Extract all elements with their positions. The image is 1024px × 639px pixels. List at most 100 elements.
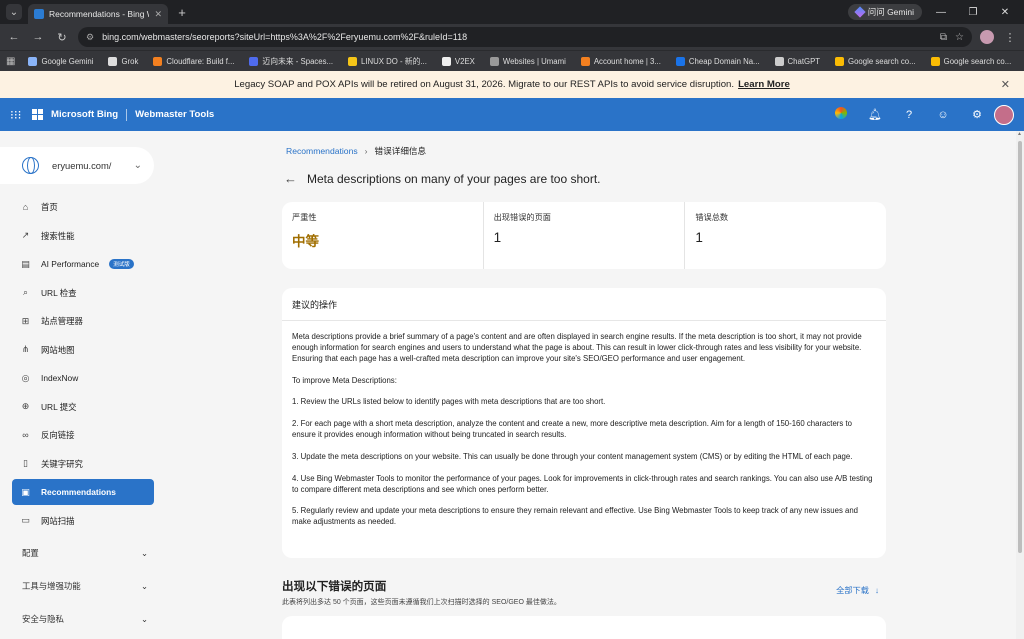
bookmark-item[interactable]: Account home | 3...: [575, 56, 667, 66]
copilot-icon[interactable]: [832, 107, 850, 122]
sidebar-item-search-performance[interactable]: ↗ 搜索性能: [12, 223, 154, 249]
bookmark-item[interactable]: Websites | Umami: [484, 56, 572, 66]
download-arrow-icon: ↓: [874, 585, 879, 595]
site-info-icon[interactable]: ⚙: [86, 32, 94, 43]
back-arrow-icon[interactable]: ←: [6, 31, 22, 43]
action-paragraph: To improve Meta Descriptions:: [292, 375, 397, 385]
bookmark-item[interactable]: V2EX: [436, 56, 481, 66]
bookmark-favicon-icon: [580, 56, 590, 66]
sidebar-item-url-inspection[interactable]: ⌕ URL 检查: [12, 280, 154, 306]
bookmark-item[interactable]: Grok: [102, 56, 144, 66]
action-paragraph: 3. Update the meta descriptions on your …: [292, 451, 853, 461]
stats-card: 严重性 中等 出现错误的页面 1 错误总数 1: [282, 202, 886, 269]
bookmark-favicon-icon: [28, 56, 38, 66]
breadcrumb-recommendations-link[interactable]: Recommendations: [286, 146, 358, 156]
menu-dots-icon[interactable]: ⋮: [1002, 31, 1018, 44]
learn-more-link[interactable]: Learn More: [738, 79, 790, 90]
bookmark-item[interactable]: Google Gemini: [22, 56, 99, 66]
breadcrumb: Recommendations › 错误详细信息: [286, 145, 426, 157]
action-paragraph: Meta descriptions provide a brief summar…: [292, 332, 862, 363]
product-name[interactable]: Webmaster Tools: [135, 109, 214, 120]
feedback-smiley-icon[interactable]: ☺: [934, 109, 952, 121]
bookmark-item[interactable]: Cloudflare: Build f...: [147, 56, 240, 66]
sidebar-item-backlinks[interactable]: ∞ 反向链接: [12, 422, 154, 448]
bookmark-favicon-icon: [108, 56, 118, 66]
bookmark-star-icon[interactable]: ☆: [955, 32, 964, 43]
page-scrollbar[interactable]: ▲: [1016, 131, 1024, 639]
action-paragraph: 4. Use Bing Webmaster Tools to monitor t…: [292, 473, 873, 494]
site-selector[interactable]: eryuemu.com/ ⌄: [0, 147, 154, 184]
stat-severity: 严重性 中等: [282, 202, 484, 269]
download-all-button[interactable]: 全部下载 ↓: [836, 584, 879, 596]
bell-icon[interactable]: 🔔︎: [866, 108, 884, 121]
bookmark-favicon-icon: [153, 56, 163, 66]
link-icon: ∞: [22, 430, 29, 440]
sidebar-group-security[interactable]: 安全与隐私 ⌄: [12, 602, 154, 635]
back-arrow-icon[interactable]: ←: [284, 171, 297, 186]
sidebar-group-config[interactable]: 配置 ⌄: [12, 536, 154, 569]
scrollbar-thumb[interactable]: [1018, 141, 1022, 553]
bookmark-item[interactable]: Google search co...: [925, 56, 1018, 66]
browser-tab[interactable]: Recommendations - Bing We ✕: [28, 4, 168, 24]
bookmark-favicon-icon: [348, 56, 358, 66]
pages-table-card: [282, 616, 886, 639]
stat-total-errors: 错误总数 1: [685, 202, 886, 269]
stat-label: 错误总数: [695, 213, 729, 222]
sidebar-item-sitemaps[interactable]: ⋔ 网站地图: [12, 337, 154, 363]
sidebar-item-site-explorer[interactable]: ⊞ 站点管理器: [12, 308, 154, 334]
app-launcher-icon[interactable]: ⁝⁝⁝: [10, 108, 24, 122]
globe-icon: [22, 157, 39, 174]
bookmark-favicon-icon: [249, 56, 259, 66]
new-tab-button[interactable]: +: [174, 5, 190, 20]
maximize-button[interactable]: ❐: [960, 7, 986, 18]
bookmark-item[interactable]: ChatGPT: [769, 56, 827, 66]
scan-icon: ▭: [21, 515, 30, 525]
sidebar-group-tools[interactable]: 工具与增强功能 ⌄: [12, 569, 154, 602]
url-field[interactable]: ⚙ bing.com/webmasters/seoreports?siteUrl…: [78, 27, 972, 47]
sidebar: eryuemu.com/ ⌄ ⌂ 首页 ↗ 搜索性能 ▤ AI Performance…: [0, 131, 170, 639]
tab-close-icon[interactable]: ✕: [154, 9, 162, 20]
bookmark-item[interactable]: Google search co...: [829, 56, 922, 66]
bookmark-item[interactable]: Cheap Domain Na...: [670, 56, 766, 66]
close-window-button[interactable]: ✕: [992, 7, 1018, 18]
download-all-label: 全部下载: [836, 586, 869, 595]
sidebar-item-recommendations[interactable]: ▣ Recommendations: [12, 479, 154, 505]
bookmark-item[interactable]: 迈向未来 - Spaces...: [243, 56, 339, 67]
chart-icon: ▤: [21, 258, 30, 269]
sidebar-item-home[interactable]: ⌂ 首页: [12, 194, 154, 220]
scroll-up-icon[interactable]: ▲: [1017, 131, 1022, 137]
chevron-right-icon: ›: [364, 146, 368, 156]
sitemap-icon: ⊞: [21, 315, 30, 326]
profile-avatar[interactable]: [980, 30, 994, 44]
bing-favicon-icon: [34, 9, 44, 19]
beta-badge: 测试版: [109, 259, 134, 269]
apps-grid-icon[interactable]: ▦: [6, 56, 19, 67]
minimize-button[interactable]: —: [928, 7, 954, 18]
card-heading: 建议的操作: [282, 288, 886, 321]
install-app-icon[interactable]: ⧉: [940, 32, 947, 43]
stat-pages-with-error: 出现错误的页面 1: [484, 202, 686, 269]
ask-gemini-button[interactable]: 问问 Gemini: [847, 4, 922, 20]
settings-gear-icon[interactable]: ⚙: [968, 108, 986, 121]
help-icon[interactable]: ?: [900, 109, 918, 121]
site-name: eryuemu.com/: [52, 160, 112, 171]
microsoft-logo-icon: [32, 109, 43, 120]
recommend-icon: ▣: [21, 486, 30, 497]
url-text: bing.com/webmasters/seoreports?siteUrl=h…: [102, 32, 468, 42]
sidebar-item-url-submission[interactable]: ⊕ URL 提交: [12, 394, 154, 420]
search-icon: ⌕: [22, 287, 29, 297]
user-avatar[interactable]: [994, 104, 1014, 125]
forward-arrow-icon[interactable]: →: [30, 31, 46, 43]
tab-title: Recommendations - Bing We: [49, 9, 150, 19]
bookmark-item[interactable]: LINUX DO - 新的...: [342, 56, 433, 67]
sidebar-item-ai-performance[interactable]: ▤ AI Performance 测试版: [12, 251, 154, 277]
close-banner-icon[interactable]: ✕: [1001, 78, 1010, 91]
sidebar-item-site-scan[interactable]: ▭ 网站扫描: [12, 508, 154, 534]
sidebar-item-keyword-research[interactable]: ▯ 关键字研究: [12, 451, 154, 477]
action-paragraph: 2. For each page with a short meta descr…: [292, 419, 852, 440]
tab-search-button[interactable]: ⌄: [6, 4, 22, 20]
sidebar-item-indexnow[interactable]: ◎ IndexNow: [12, 365, 154, 391]
brand-name[interactable]: Microsoft Bing: [51, 109, 118, 120]
reload-icon[interactable]: ↻: [54, 31, 70, 44]
bookmark-favicon-icon: [441, 56, 451, 66]
